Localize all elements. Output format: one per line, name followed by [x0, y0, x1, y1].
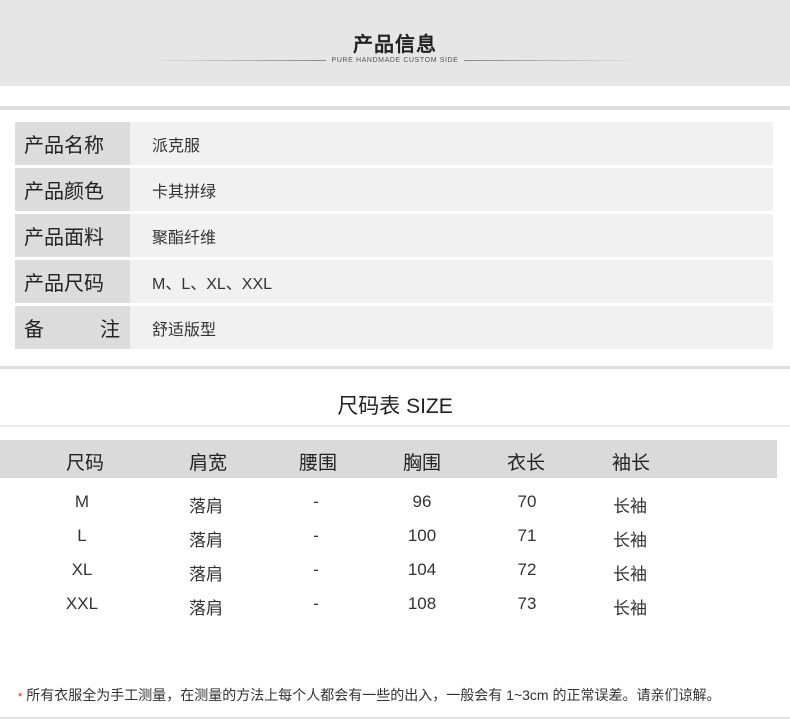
size-cell: - [313, 560, 319, 579]
size-cell: 长袖 [613, 497, 647, 516]
size-cell: 落肩 [189, 531, 223, 550]
info-label-part: 注 [100, 319, 120, 341]
separator-size [0, 425, 790, 427]
info-value: 舒适版型 [130, 306, 773, 349]
size-cell: 100 [407, 526, 437, 545]
size-cell: 96 [412, 492, 432, 511]
size-cell: M [74, 492, 90, 511]
info-label-part: 备 [24, 319, 44, 341]
info-value: 派克服 [130, 122, 773, 165]
info-label: 产品尺码 [15, 260, 130, 303]
size-cell: 71 [517, 526, 537, 545]
info-row-size: 产品尺码 M、L、XL、XXL [15, 260, 773, 303]
info-value: M、L、XL、XXL [130, 260, 773, 303]
size-cell: 落肩 [189, 497, 223, 516]
info-row-color: 产品颜色 卡其拼绿 [15, 168, 773, 211]
info-label: 备 注 [15, 306, 130, 349]
separator-top [0, 106, 790, 110]
size-col-header: 胸围 [402, 453, 441, 474]
size-cell: - [313, 594, 319, 613]
size-col-header: 衣长 [506, 453, 545, 474]
size-col-header: 尺码 [65, 453, 104, 474]
section-title: 产品信息 [353, 34, 437, 56]
asterisk-icon: * [18, 691, 23, 703]
size-cell: 73 [517, 594, 537, 613]
info-row-name: 产品名称 派克服 [15, 122, 773, 165]
divider-right [464, 59, 645, 61]
size-cell: 长袖 [613, 565, 647, 584]
size-col-header: 肩宽 [188, 453, 227, 474]
size-cell: 落肩 [189, 565, 223, 584]
size-cell: 70 [517, 492, 537, 511]
info-label: 产品颜色 [15, 168, 130, 211]
info-label: 产品名称 [15, 122, 130, 165]
product-info-table: 产品名称 派克服 产品颜色 卡其拼绿 产品面料 聚酯纤维 产品尺码 M、L、XL… [15, 122, 773, 352]
size-cell: L [77, 526, 87, 545]
info-row-note: 备 注 舒适版型 [15, 306, 773, 349]
size-cell: 72 [517, 560, 537, 579]
size-cell: 长袖 [613, 531, 647, 550]
size-cell: 落肩 [189, 599, 223, 618]
info-label: 产品面料 [15, 214, 130, 257]
info-value: 聚酯纤维 [130, 214, 773, 257]
size-cell: 104 [407, 560, 437, 579]
measurement-note-text: 所有衣服全为手工测量，在测量的方法上每个人都会有一些的出入，一般会有 1~3cm… [26, 687, 721, 703]
size-col-header: 袖长 [611, 453, 650, 474]
measurement-note: * 所有衣服全为手工测量，在测量的方法上每个人都会有一些的出入，一般会有 1~3c… [18, 685, 720, 705]
size-cell: 长袖 [613, 599, 647, 618]
divider-left [145, 59, 326, 61]
section-subtitle: PURE HANDMADE CUSTOM SIDE [331, 56, 459, 64]
size-cell: 108 [407, 594, 437, 613]
size-cell: XXL [65, 594, 99, 613]
size-col-header: 腰围 [298, 453, 337, 474]
size-cell: - [313, 492, 319, 511]
separator-middle [0, 366, 790, 369]
section-subtitle-row: PURE HANDMADE CUSTOM SIDE [0, 54, 790, 66]
size-cell: XL [71, 560, 93, 579]
size-table-title: 尺码表 SIZE [337, 395, 453, 418]
info-value: 卡其拼绿 [130, 168, 773, 211]
info-row-fabric: 产品面料 聚酯纤维 [15, 214, 773, 257]
separator-bottom [0, 717, 790, 719]
size-cell: - [313, 526, 319, 545]
